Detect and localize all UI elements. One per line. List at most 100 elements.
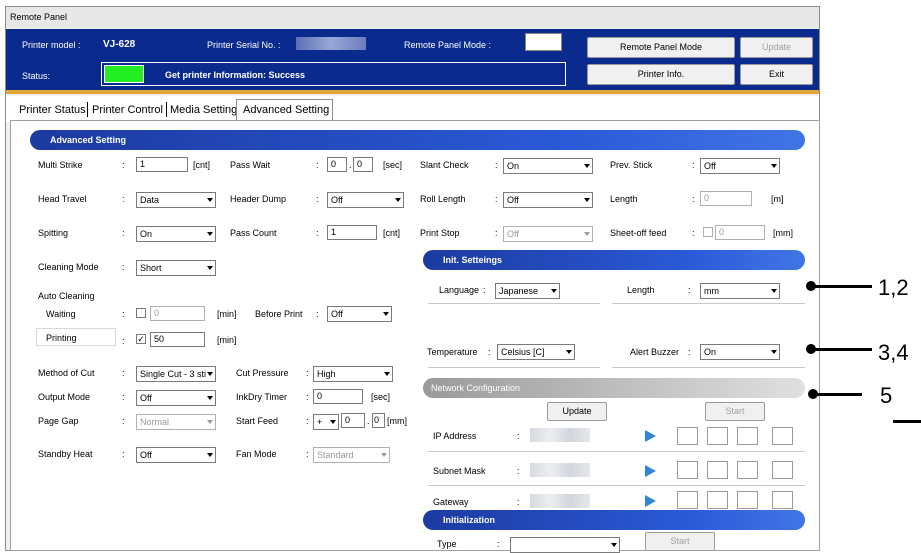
roll-length-value: Off bbox=[507, 195, 519, 205]
printer-model-value: VJ-628 bbox=[103, 39, 136, 50]
play-arrow-icon[interactable] bbox=[645, 430, 656, 442]
gateway-octet-2[interactable] bbox=[707, 491, 728, 509]
print-stop-select[interactable]: Off bbox=[503, 226, 593, 242]
ip-octet-1[interactable] bbox=[677, 427, 698, 445]
multi-strike-input[interactable]: 1 bbox=[136, 157, 188, 172]
length-unit: [m] bbox=[771, 194, 784, 204]
play-arrow-icon[interactable] bbox=[645, 465, 656, 477]
tab-printer-status[interactable]: Printer Status bbox=[19, 104, 86, 116]
output-mode-select[interactable]: Off bbox=[136, 390, 216, 406]
cut-pressure-select[interactable]: High bbox=[313, 366, 393, 382]
start-feed-input-2[interactable]: 0 bbox=[372, 413, 385, 428]
page-gap-value: Normal bbox=[140, 417, 170, 427]
chevron-down-icon bbox=[771, 289, 777, 293]
spitting-select[interactable]: On bbox=[136, 226, 216, 242]
ip-octet-4[interactable] bbox=[772, 427, 793, 445]
sheet-off-feed-input[interactable]: 0 bbox=[715, 225, 765, 240]
printer-info-button[interactable]: Printer Info. bbox=[587, 64, 735, 85]
init-length-select[interactable]: mm bbox=[700, 283, 780, 299]
page-gap-select[interactable]: Normal bbox=[136, 414, 216, 430]
chevron-down-icon bbox=[384, 372, 390, 376]
chevron-down-icon bbox=[383, 312, 389, 316]
subnet-octet-1[interactable] bbox=[677, 461, 698, 479]
before-print-select[interactable]: Off bbox=[327, 306, 392, 322]
colon: : bbox=[306, 368, 309, 378]
tab-divider bbox=[87, 102, 88, 117]
colon: : bbox=[488, 347, 491, 357]
header-dump-select[interactable]: Off bbox=[327, 192, 404, 208]
standby-heat-label: Standby Heat bbox=[38, 449, 93, 459]
gateway-octet-3[interactable] bbox=[737, 491, 758, 509]
ip-octet-2[interactable] bbox=[707, 427, 728, 445]
callout-line bbox=[810, 285, 872, 288]
colon: : bbox=[306, 416, 309, 426]
pass-count-input[interactable]: 1 bbox=[327, 225, 377, 240]
tab-printer-control[interactable]: Printer Control bbox=[92, 104, 163, 116]
sheet-off-feed-unit: [mm] bbox=[773, 228, 793, 238]
tab-advanced-setting[interactable]: Advanced Setting bbox=[243, 104, 329, 116]
colon: : bbox=[688, 285, 691, 295]
temperature-select[interactable]: Celsius [C] bbox=[497, 344, 575, 360]
subnet-mask-redacted bbox=[530, 463, 590, 477]
ip-octet-3[interactable] bbox=[737, 427, 758, 445]
printing-input[interactable]: 50 bbox=[150, 332, 205, 347]
pass-count-label: Pass Count bbox=[230, 228, 277, 238]
chevron-down-icon bbox=[584, 198, 590, 202]
pass-wait-input-2[interactable]: 0 bbox=[353, 157, 373, 172]
callout-line bbox=[812, 393, 862, 396]
network-config-header: Network Configuration bbox=[423, 378, 805, 398]
divider bbox=[612, 303, 805, 304]
network-start-button[interactable]: Start bbox=[705, 402, 765, 421]
slant-check-select[interactable]: On bbox=[503, 158, 593, 174]
play-arrow-icon[interactable] bbox=[645, 495, 656, 507]
method-of-cut-select[interactable]: Single Cut - 3 sti bbox=[136, 366, 216, 382]
cleaning-mode-select[interactable]: Short bbox=[136, 260, 216, 276]
prev-stick-select[interactable]: Off bbox=[700, 158, 780, 174]
waiting-checkbox[interactable] bbox=[136, 308, 146, 318]
colon: : bbox=[122, 336, 125, 346]
fan-mode-select[interactable]: Standard bbox=[313, 447, 390, 463]
roll-length-select[interactable]: Off bbox=[503, 192, 593, 208]
inkdry-timer-unit: [sec] bbox=[371, 392, 391, 402]
gateway-label: Gateway bbox=[433, 497, 469, 507]
inkdry-timer-input[interactable]: 0 bbox=[313, 389, 363, 404]
before-print-value: Off bbox=[331, 309, 343, 319]
callout-label-1-2: 1,2 bbox=[878, 275, 909, 300]
gateway-octet-1[interactable] bbox=[677, 491, 698, 509]
pass-wait-input-1[interactable]: 0 bbox=[327, 157, 347, 172]
subnet-octet-4[interactable] bbox=[772, 461, 793, 479]
chevron-down-icon bbox=[551, 289, 557, 293]
waiting-input[interactable]: 0 bbox=[150, 306, 205, 321]
update-button[interactable]: Update bbox=[740, 37, 813, 58]
gateway-octet-4[interactable] bbox=[772, 491, 793, 509]
sheet-off-feed-checkbox[interactable] bbox=[703, 227, 713, 237]
length-input[interactable]: 0 bbox=[700, 191, 752, 206]
pass-count-unit: [cnt] bbox=[383, 228, 401, 238]
subnet-octet-2[interactable] bbox=[707, 461, 728, 479]
colon: : bbox=[688, 347, 691, 357]
start-feed-input-1[interactable]: 0 bbox=[341, 413, 365, 428]
subnet-octet-3[interactable] bbox=[737, 461, 758, 479]
remote-panel-mode-indicator bbox=[525, 33, 562, 51]
remote-panel-mode-button[interactable]: Remote Panel Mode bbox=[587, 37, 735, 58]
tab-media-setting[interactable]: Media Setting bbox=[170, 104, 237, 116]
network-update-button[interactable]: Update bbox=[547, 402, 607, 421]
remote-panel-mode-label: Remote Panel Mode : bbox=[404, 40, 492, 50]
language-select[interactable]: Japanese bbox=[495, 283, 560, 299]
standby-heat-select[interactable]: Off bbox=[136, 447, 216, 463]
colon: : bbox=[497, 539, 500, 549]
init-length-value: mm bbox=[704, 286, 719, 296]
serial-label: Printer Serial No. : bbox=[207, 40, 281, 50]
initialization-start-button[interactable]: Start bbox=[645, 532, 715, 551]
alert-buzzer-select[interactable]: On bbox=[700, 344, 780, 360]
printing-checkbox[interactable]: ✓ bbox=[136, 334, 146, 344]
colon: : bbox=[495, 228, 498, 238]
start-feed-sign-select[interactable]: + bbox=[313, 414, 339, 430]
ip-address-label: IP Address bbox=[433, 431, 477, 441]
exit-button[interactable]: Exit bbox=[740, 64, 813, 85]
head-travel-value: Data bbox=[140, 195, 160, 205]
head-travel-select[interactable]: Data bbox=[136, 192, 216, 208]
cut-pressure-value: High bbox=[317, 369, 336, 379]
callout-label-5: 5 bbox=[880, 383, 893, 408]
output-mode-label: Output Mode bbox=[38, 392, 91, 402]
